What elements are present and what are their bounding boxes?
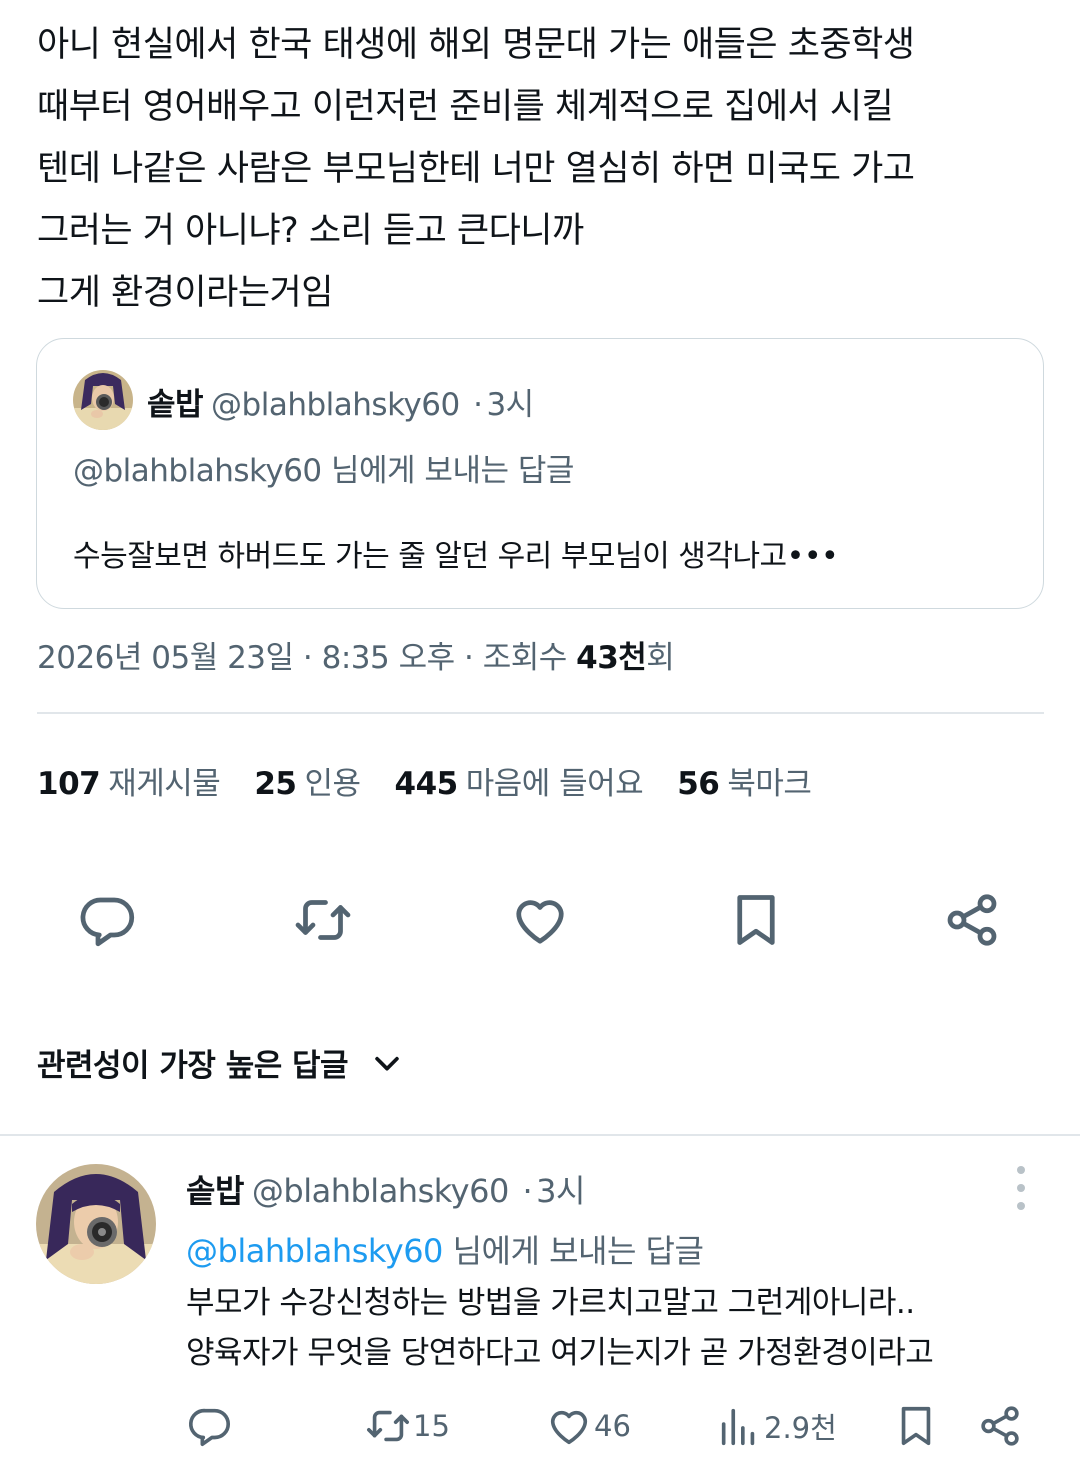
reply-tweet[interactable]: 솥밥 @blahblahsky60 · 3시 @blahblahsky60 님에게 … — [0, 1136, 1080, 1472]
avatar[interactable] — [73, 370, 133, 430]
quoted-tweet-card[interactable]: 솥밥 @blahblahsky60 · 3시 @blahblahsky60 님에게 … — [36, 338, 1044, 609]
reply-icon — [80, 897, 135, 947]
view-count: 2.9천 — [764, 1411, 837, 1445]
bookmark-icon — [901, 1406, 931, 1446]
views-count: 43천 — [576, 640, 647, 676]
tweet-action-bar — [0, 885, 1080, 955]
post-time[interactable]: 8:35 오후 — [322, 640, 456, 676]
separator-dot: · — [293, 640, 322, 676]
tweet-meta: 2026년 05월 23일 · 8:35 오후 · 조회수 43천회 — [37, 632, 675, 677]
tweet-line: 텐데 나같은 사람은 부모님한테 너만 열심히 하면 미국도 가고 — [37, 149, 915, 189]
stat-label: 북마크 — [727, 766, 812, 802]
post-time[interactable]: 3시 — [536, 1172, 585, 1210]
stat-label: 인용 — [304, 766, 361, 802]
separator-dot: · — [522, 1172, 533, 1210]
bookmark-button[interactable] — [721, 885, 791, 955]
reply-button[interactable] — [73, 885, 143, 955]
stat-likes[interactable]: 445 마음에 들어요 — [395, 758, 644, 803]
bookmark-button[interactable] — [893, 1398, 941, 1454]
separator-dot: · — [454, 640, 483, 676]
sort-label: 관련성이 가장 높은 답글 — [37, 1048, 349, 1084]
like-count: 46 — [594, 1409, 631, 1443]
author-name[interactable]: 솥밥 — [186, 1172, 244, 1210]
tweet-line: 그게 환경이라는거임 — [37, 273, 333, 313]
tweet-line: 그러는 거 아니냐? 소리 듣고 큰다니까 — [37, 211, 584, 251]
retweet-count: 15 — [413, 1409, 450, 1443]
reply-header: 솥밥 @blahblahsky60 · 3시 — [186, 1166, 585, 1212]
avatar[interactable] — [36, 1164, 156, 1284]
reply-to-label: @blahblahsky60 님에게 보내는 답글 — [73, 453, 574, 489]
stat-bookmarks[interactable]: 56 북마크 — [677, 758, 812, 803]
engagement-stats: 107 재게시물 25 인용 445 마음에 들어요 56 북마크 — [37, 758, 845, 803]
views-chart-icon — [721, 1408, 755, 1446]
author-name[interactable]: 솥밥 — [147, 387, 204, 423]
quoted-tweet-text: 수능잘보면 하버드도 가는 줄 알던 우리 부모님이 생각나고••• — [73, 539, 839, 574]
reply-text: 부모가 수강신청하는 방법을 가르치고말고 그런게아니라.. 양육자가 무엇을 … — [186, 1278, 934, 1378]
retweet-button[interactable]: 15 — [365, 1398, 450, 1454]
stat-number: 107 — [37, 766, 101, 802]
reply-to-label: @blahblahsky60 님에게 보내는 답글 — [186, 1226, 704, 1272]
share-button[interactable] — [937, 885, 1007, 955]
bookmark-icon — [737, 895, 775, 945]
stat-label: 재게시물 — [108, 766, 221, 802]
share-button[interactable] — [977, 1398, 1025, 1454]
reply-icon — [189, 1408, 231, 1447]
retweet-button[interactable] — [288, 885, 358, 955]
stat-number: 56 — [677, 766, 720, 802]
separator-dot: · — [473, 387, 483, 423]
retweet-icon — [367, 1410, 409, 1442]
reply-button[interactable] — [187, 1398, 235, 1454]
share-icon — [947, 894, 997, 946]
reply-to-suffix: 님에게 보내는 답글 — [442, 1232, 704, 1270]
views-suffix: 회 — [646, 640, 675, 676]
divider — [37, 712, 1044, 714]
post-date[interactable]: 2026년 05월 23일 — [37, 640, 294, 676]
tweet-line: 아니 현실에서 한국 태생에 해외 명문대 가는 애들은 초중학생 — [37, 25, 915, 65]
reply-line: 부모가 수강신청하는 방법을 가르치고말고 그런게아니라.. — [186, 1285, 915, 1321]
stat-quotes[interactable]: 25 인용 — [254, 758, 361, 803]
mention-link[interactable]: @blahblahsky60 — [186, 1232, 443, 1270]
post-time[interactable]: 3시 — [486, 387, 534, 423]
stat-label: 마음에 들어요 — [465, 766, 644, 802]
chevron-down-icon — [375, 1056, 399, 1071]
author-handle[interactable]: @blahblahsky60 — [211, 387, 460, 423]
stat-number: 445 — [394, 766, 459, 802]
stat-number: 25 — [254, 766, 297, 802]
quoted-tweet-header: 솥밥 @blahblahsky60 · 3시 — [147, 379, 534, 424]
like-icon — [516, 900, 564, 944]
like-icon — [550, 1410, 588, 1445]
reply-line: 양육자가 무엇을 당연하다고 여기는지가 곧 가정환경이라고 — [186, 1335, 934, 1371]
stat-reposts[interactable]: 107 재게시물 — [37, 758, 221, 803]
retweet-icon — [295, 900, 351, 940]
tweet-line: 때부터 영어배우고 이런저런 준비를 체계적으로 집에서 시킬 — [37, 87, 894, 127]
reply-sort-dropdown[interactable]: 관련성이 가장 높은 답글 — [37, 1040, 404, 1085]
author-handle[interactable]: @blahblahsky60 — [252, 1172, 509, 1210]
tweet-text: 아니 현실에서 한국 태생에 해외 명문대 가는 애들은 초중학생 때부터 영어… — [37, 14, 1047, 324]
like-button[interactable] — [505, 885, 575, 955]
more-options-icon[interactable] — [1006, 1166, 1036, 1210]
like-button[interactable]: 46 — [546, 1398, 631, 1454]
share-icon — [981, 1406, 1019, 1446]
reply-action-bar: 15 46 2.9천 — [0, 1398, 1080, 1454]
views-label: 조회수 — [482, 640, 577, 676]
views-button[interactable]: 2.9천 — [716, 1398, 837, 1454]
